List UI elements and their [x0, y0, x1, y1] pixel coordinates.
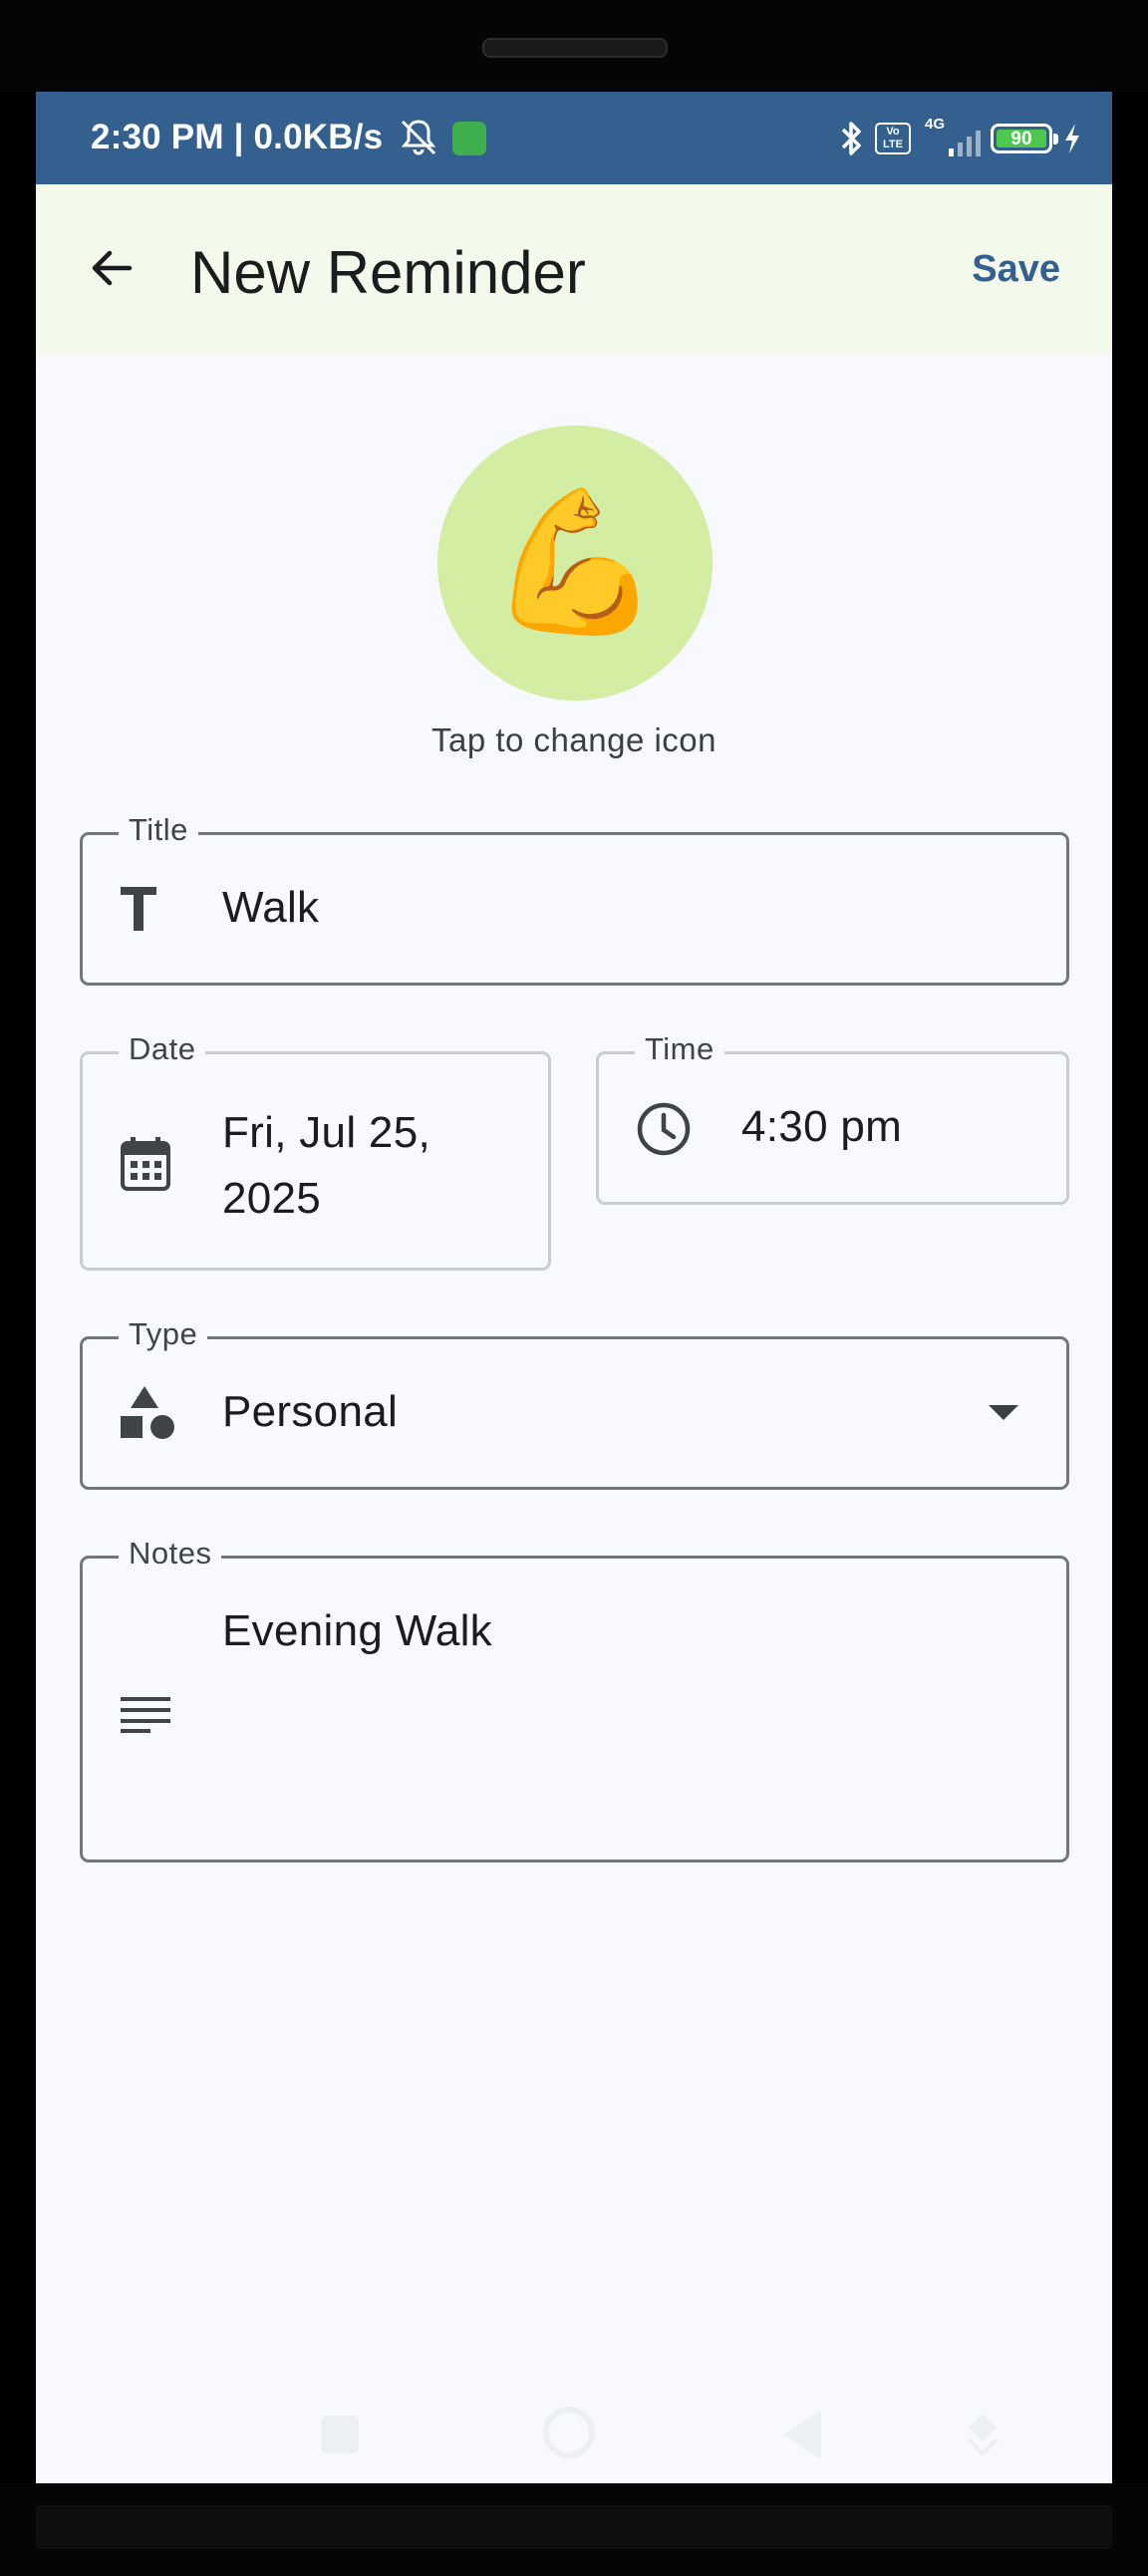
battery-level: 90 [997, 130, 1046, 148]
arrow-back-icon [92, 250, 133, 286]
text-icon [121, 887, 156, 931]
earpiece-speaker [482, 38, 668, 58]
date-field[interactable]: Date Fri, Jul 25, 2025 [80, 1030, 551, 1271]
home-button[interactable] [543, 2407, 595, 2458]
time-value: 4:30 pm [741, 1102, 903, 1151]
flexed-biceps-icon: 💪 [487, 481, 663, 644]
signal-icon: 4G [921, 116, 981, 158]
calendar-icon [121, 1137, 170, 1191]
title-field-label: Title [119, 811, 198, 849]
time-field[interactable]: Time 4:30 pm [596, 1030, 1069, 1205]
change-icon-hint: Tap to change icon [430, 721, 718, 758]
mute-bell-icon [401, 120, 436, 155]
device-bottom-bezel [0, 2483, 1148, 2576]
notes-value: Evening Walk [222, 1606, 492, 1655]
device-chin [36, 2505, 1112, 2549]
status-right-icons: Vo LTE 4G 90 [837, 116, 1082, 161]
date-field-label: Date [119, 1030, 206, 1068]
notes-field-label: Notes [119, 1535, 222, 1573]
page-title: New Reminder [190, 239, 586, 306]
date-value: Fri, Jul 25, 2025 [222, 1108, 430, 1223]
phone-screen: 2:30 PM | 0.0KB/s Vo LTE 4G 90 New Remin… [36, 92, 1112, 2483]
title-field[interactable]: Title Walk [80, 811, 1069, 986]
dropdown-caret-icon [989, 1405, 1018, 1420]
notes-field[interactable]: Notes Evening Walk [80, 1535, 1069, 1862]
system-nav-bar [36, 2384, 1112, 2483]
back-button[interactable] [76, 232, 147, 304]
save-button[interactable]: Save [972, 248, 1060, 291]
clock-icon [637, 1102, 691, 1156]
time-field-label: Time [635, 1030, 724, 1068]
type-field-label: Type [119, 1315, 208, 1353]
system-back-button[interactable] [783, 2411, 821, 2458]
shapes-icon [121, 1386, 174, 1439]
volte-badge: Vo LTE [875, 123, 911, 154]
top-app-bar: New Reminder Save [36, 184, 1112, 355]
status-bar: 2:30 PM | 0.0KB/s Vo LTE 4G 90 [36, 92, 1112, 184]
notes-icon [121, 1697, 170, 1733]
type-dropdown[interactable]: Type Personal [80, 1315, 1069, 1490]
title-value: Walk [222, 883, 320, 932]
battery-icon: 90 [991, 124, 1058, 153]
assistant-icon[interactable] [961, 2410, 1004, 2457]
notification-app-icon [452, 122, 486, 155]
recents-button[interactable] [321, 2416, 359, 2453]
network-type-label: 4G [925, 116, 946, 133]
device-top-bezel [0, 0, 1148, 92]
reminder-icon-picker[interactable]: 💪 [437, 426, 713, 701]
charging-bolt-icon [1065, 124, 1079, 153]
status-time-speed: 2:30 PM | 0.0KB/s [91, 118, 384, 156]
bluetooth-icon [841, 122, 861, 155]
type-value: Personal [222, 1387, 399, 1436]
